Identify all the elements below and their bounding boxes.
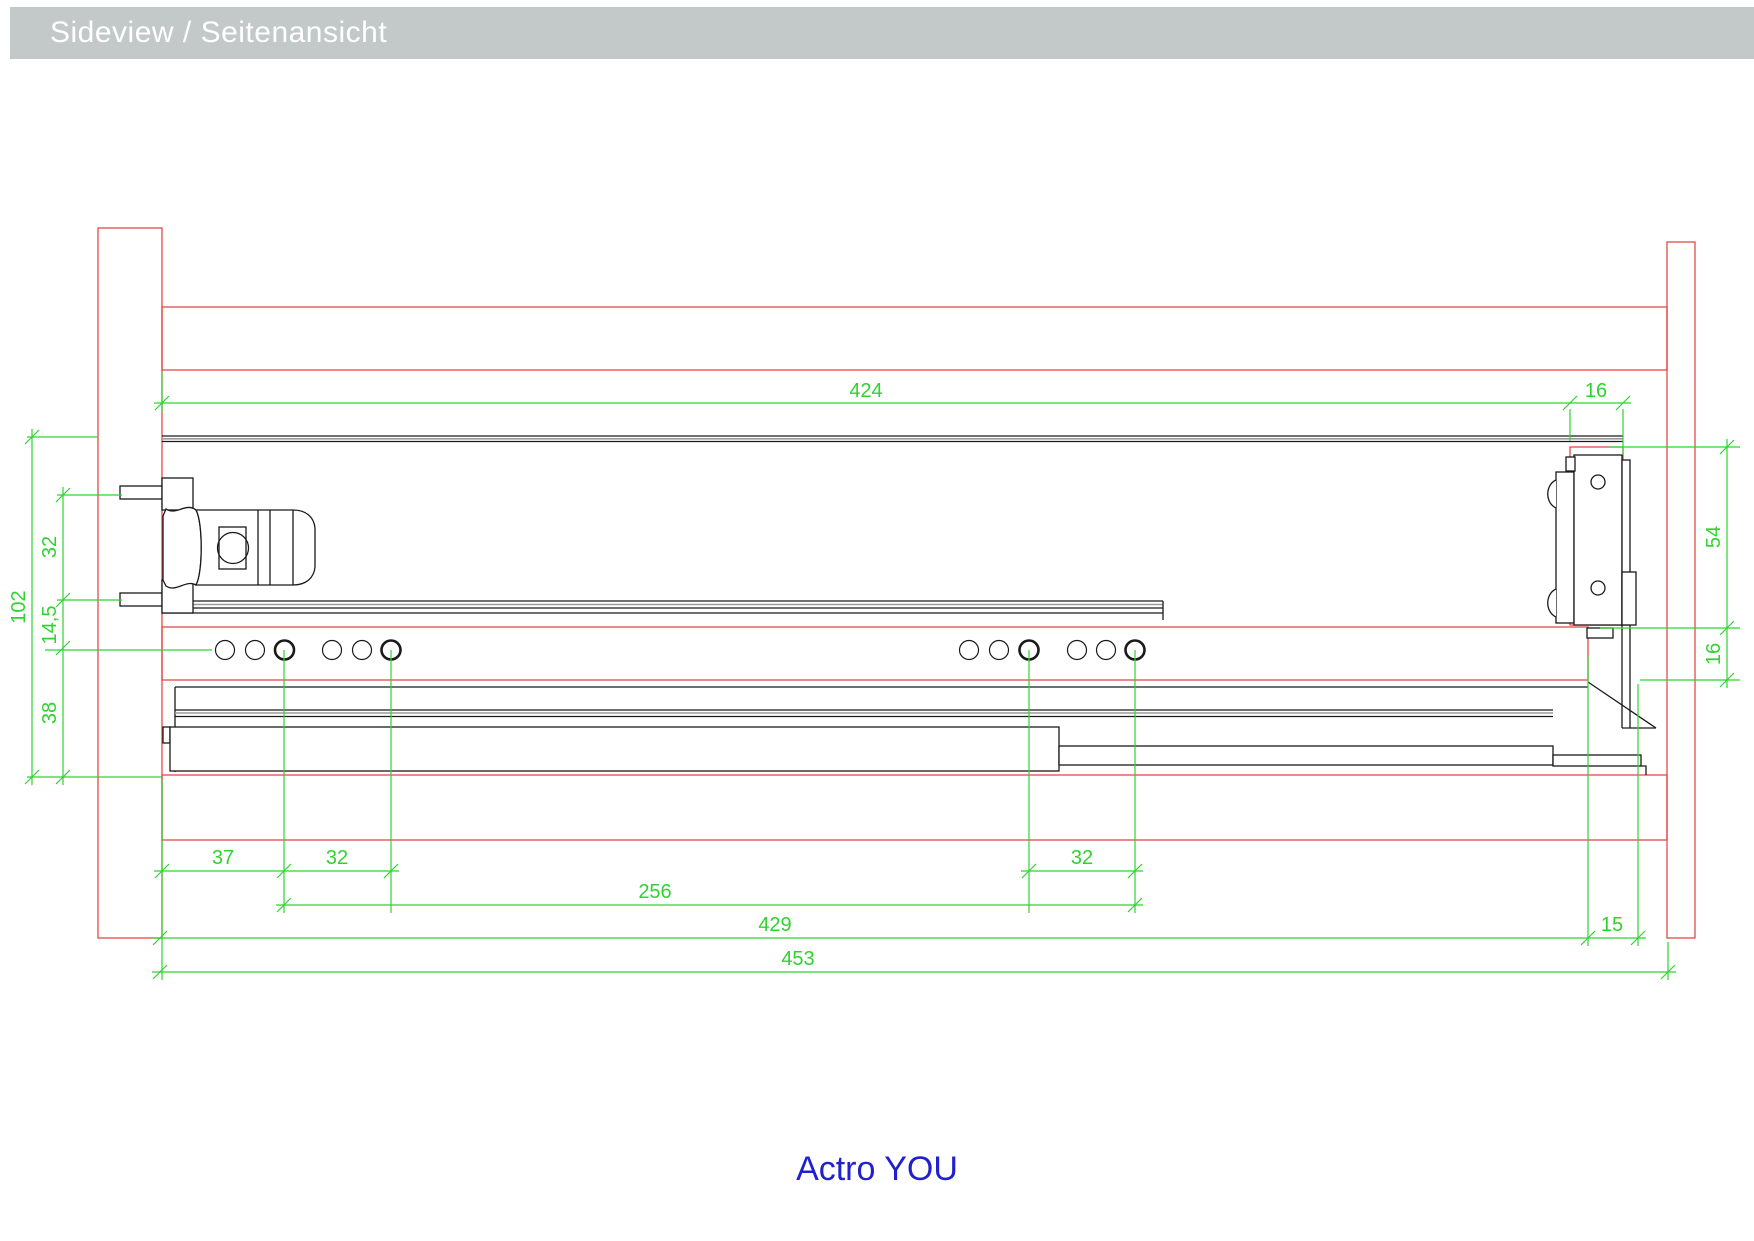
dim-32-left-label: 32 (39, 536, 61, 558)
slide-assembly (120, 436, 1656, 775)
dim-16-right-label: 16 (1703, 643, 1725, 665)
runner-middle-member (1059, 746, 1553, 765)
runner-housing (170, 727, 1059, 771)
dim-424-label: 424 (849, 380, 882, 402)
drawer-side-top-profile (162, 436, 1623, 442)
dim-16-top-label: 16 (1585, 380, 1607, 402)
drawer-back-corner (1587, 625, 1656, 728)
runner-foot (1553, 755, 1641, 766)
dim-102-label: 102 (8, 590, 30, 623)
dim-32-bottom-left-label: 32 (326, 847, 348, 869)
dim-54-label: 54 (1703, 526, 1725, 548)
dimension-labels: 424 16 102 32 14,5 38 54 16 37 32 32 256… (8, 380, 1725, 970)
dimensions: 424 16 102 32 14,5 38 54 16 37 32 32 256… (8, 372, 1740, 980)
undermount-runner (163, 687, 1646, 775)
extension-lines (27, 372, 1740, 980)
drilling-holes-left (216, 641, 401, 660)
dim-453-label: 453 (781, 948, 814, 970)
rear-screw-upper (120, 486, 162, 499)
top-panel (162, 307, 1667, 370)
bottom-panel (162, 775, 1667, 840)
page: Sideview / Seitenansicht (0, 0, 1754, 1241)
product-name: Actro YOU (0, 1150, 1754, 1189)
technical-drawing: 424 16 102 32 14,5 38 54 16 37 32 32 256… (0, 0, 1754, 1241)
dim-38-label: 38 (39, 702, 61, 724)
dim-37-label: 37 (212, 847, 234, 869)
front-bracket-plate (1574, 455, 1622, 625)
dim-256-label: 256 (638, 881, 671, 903)
drilling-holes-right (960, 641, 1145, 660)
side-panel-left (98, 228, 162, 938)
dim-14-5-label: 14,5 (39, 606, 61, 645)
base-panel-top-rail (162, 601, 1163, 620)
cabinet-panels (98, 228, 1695, 938)
dim-32-bottom-right-label: 32 (1071, 847, 1093, 869)
front-connection-bracket (1548, 447, 1636, 625)
dim-15-label: 15 (1601, 914, 1623, 936)
dim-429-label: 429 (758, 914, 791, 936)
front-bracket-serrated-strip (1556, 472, 1574, 623)
drawer-base-panel (162, 627, 1588, 680)
rear-screw-lower (120, 593, 162, 606)
back-panel (1667, 242, 1695, 938)
rear-mounting-bracket (120, 478, 315, 613)
